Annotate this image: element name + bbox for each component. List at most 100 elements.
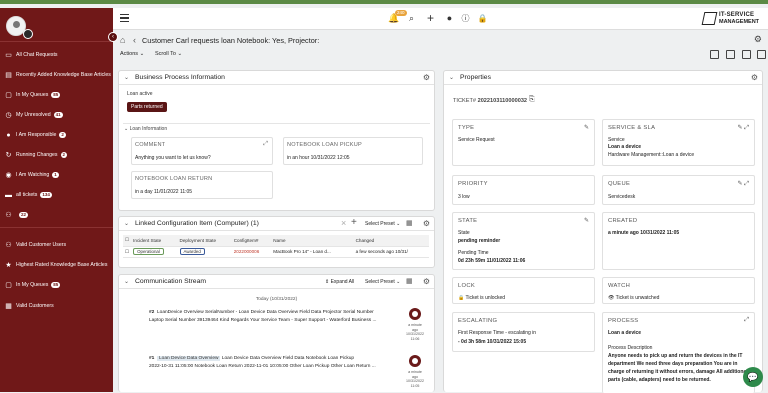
- sidebar-item[interactable]: ▬ all tickets 134: [0, 185, 113, 205]
- sidebar-item[interactable]: ● I Am Responsible 2: [0, 125, 113, 145]
- sidebar-item[interactable]: ◉ I Am Watching 1: [0, 165, 113, 185]
- edit-expand-icon[interactable]: ✎ ⤢: [738, 124, 750, 132]
- sidebar-item[interactable]: ◷ My Unresolved 41: [0, 105, 113, 125]
- process-heading: PROCESS: [608, 318, 639, 324]
- chat-bubble-icon[interactable]: 💬: [743, 367, 763, 387]
- user-icon[interactable]: ●: [444, 13, 455, 24]
- sidebar-item[interactable]: ▦ Valid Customers: [0, 296, 113, 316]
- sidebar-item[interactable]: ▢ In My Queues 85: [0, 275, 113, 295]
- count-badge: 2: [60, 152, 68, 158]
- parts-returned-button[interactable]: Parts returned: [127, 102, 167, 112]
- t4: 11:05: [410, 383, 420, 388]
- menu-icon[interactable]: [120, 14, 129, 22]
- select-all-checkbox[interactable]: ☐: [123, 235, 132, 247]
- info-icon[interactable]: ⓘ: [460, 13, 471, 24]
- chevron-down-icon[interactable]: ⌄: [124, 220, 129, 227]
- created-value: a minute ago 10/31/2022 11:05: [608, 230, 680, 236]
- count-badge: 134: [40, 192, 52, 198]
- layout-3-icon[interactable]: [742, 50, 751, 59]
- card-header: ⌄ Properties ⚙: [444, 71, 762, 85]
- sidebar-item[interactable]: ↻ Running Changes 2: [0, 145, 113, 165]
- edit-expand-icon[interactable]: ✎ ⤢: [738, 180, 750, 188]
- state-card: STATE ✎ State pending reminder Pending T…: [452, 212, 595, 270]
- select-preset-label: Select Preset: [365, 279, 395, 285]
- col-changed[interactable]: Changed: [353, 235, 429, 247]
- process-desc-label: Process Description: [608, 345, 653, 351]
- t3: 10/31/2022: [406, 379, 424, 384]
- lock-value-text: Ticket is unlocked: [465, 295, 506, 301]
- sidebar-item[interactable]: ▤ Recently Added Knowledge Base Articles: [0, 65, 113, 85]
- sidebar-item-label: All Chat Requests: [16, 52, 58, 58]
- gear-icon[interactable]: ⚙: [423, 277, 430, 286]
- search-icon[interactable]: ⌕: [406, 13, 417, 24]
- col-deployment-state[interactable]: Deployment State: [177, 235, 232, 247]
- page-header: ⌂ ‹ Customer Carl requests loan Notebook…: [118, 34, 766, 48]
- gear-icon[interactable]: ⚙: [751, 73, 758, 82]
- t1: a minute: [408, 323, 422, 327]
- chevron-down-icon[interactable]: ⌄: [449, 74, 454, 81]
- sidebar-item-label: Highest Rated Knowledge Base Articles: [16, 262, 108, 268]
- chevron-down-icon[interactable]: ⌄: [124, 74, 129, 81]
- home-icon[interactable]: ⌂: [120, 35, 125, 45]
- count-badge: 85: [51, 92, 61, 98]
- count-badge: 85: [51, 282, 61, 288]
- sidebar-item[interactable]: ★ Highest Rated Knowledge Base Articles: [0, 255, 113, 275]
- edit-icon[interactable]: ✎: [584, 124, 589, 131]
- comment-field: COMMENT ⤢ Anything you want to let us kn…: [131, 137, 273, 165]
- inbox-icon: ▢: [5, 282, 12, 289]
- col-configitem[interactable]: ConfigItem#: [231, 235, 272, 247]
- properties-card: ⌄ Properties ⚙ TICKET# 2022103110000032 …: [443, 70, 763, 393]
- type-heading: TYPE: [458, 125, 475, 131]
- sidebar-item[interactable]: ▭ All Chat Requests: [0, 45, 113, 65]
- settings-gear-icon[interactable]: ⚙: [754, 34, 762, 45]
- sidebar-divider: [0, 227, 113, 228]
- card-title: Properties: [460, 74, 491, 81]
- book-icon: ▤: [5, 72, 12, 79]
- sidebar-item[interactable]: ▢ In My Queues 85: [0, 85, 113, 105]
- table-settings-icon[interactable]: ▦: [406, 219, 413, 227]
- col-incident-state[interactable]: Incident State: [131, 235, 178, 247]
- table-row[interactable]: ☐ Operational Awarded 2022000006 MacBook…: [123, 246, 429, 258]
- sidebar-item[interactable]: ⚇ 22: [0, 205, 113, 225]
- lock-icon[interactable]: 🔒: [477, 13, 488, 24]
- gear-icon[interactable]: ⚙: [423, 73, 430, 82]
- plus-icon[interactable]: +: [425, 12, 436, 24]
- table-settings-icon[interactable]: ▦: [406, 277, 413, 285]
- col-name[interactable]: Name: [271, 235, 354, 247]
- t2: ago: [412, 327, 418, 332]
- app-window: ‹ ▭ All Chat Requests ▤ Recently Added Know…: [0, 0, 768, 393]
- card-header: ⌄ Linked Configuration Item (Computer) (…: [119, 217, 434, 231]
- scroll-to-menu[interactable]: Scroll To ⌄: [155, 51, 182, 57]
- row-checkbox[interactable]: ☐: [123, 246, 132, 258]
- back-icon[interactable]: ‹: [133, 35, 136, 45]
- unlink-icon[interactable]: ×: [341, 218, 346, 228]
- linked-ci-card: ⌄ Linked Configuration Item (Computer) (…: [118, 216, 435, 268]
- process-desc-line4: parts (cable, adapters) need to be retur…: [608, 377, 711, 383]
- layout-1-icon[interactable]: [710, 50, 719, 59]
- layout-4-icon[interactable]: [757, 50, 766, 59]
- add-link-icon[interactable]: +: [351, 217, 357, 228]
- collapse-sidebar-button[interactable]: ‹: [108, 32, 118, 42]
- expand-icon[interactable]: ⤢: [263, 141, 268, 148]
- expand-icon[interactable]: ⤢: [744, 317, 749, 324]
- expand-all-button[interactable]: ⇕ Expand All: [325, 279, 354, 285]
- gear-icon[interactable]: ⚙: [423, 219, 430, 228]
- loan-info-section[interactable]: ⌄ Loan Information: [124, 126, 167, 132]
- copy-icon[interactable]: ⎘: [529, 96, 535, 104]
- watch-value[interactable]: 👁 Ticket is unwatched: [608, 295, 659, 301]
- article-2[interactable]: #2 LoanDevice Overview SerialNumber - Lo…: [149, 309, 391, 325]
- edit-icon[interactable]: ✎: [584, 217, 589, 224]
- chevron-down-icon[interactable]: ⌄: [124, 278, 129, 285]
- return-heading: NOTEBOOK LOAN RETURN: [135, 176, 213, 182]
- article-1[interactable]: #1 Loan Device Data Overview Loan Device…: [149, 355, 391, 371]
- actions-menu[interactable]: Actions ⌄: [120, 51, 144, 57]
- select-preset-dropdown[interactable]: Select Preset ⌄: [365, 221, 400, 227]
- configitem-link[interactable]: 2022000006: [231, 246, 272, 258]
- lock-value[interactable]: 🔒 Ticket is unlocked: [458, 295, 505, 301]
- process-value: Loan a device: [608, 330, 642, 336]
- sidebar-item[interactable]: ⚇ Valid Customer Users: [0, 235, 113, 255]
- user-avatar[interactable]: [6, 16, 33, 39]
- communication-stream-card: ⌄ Communication Stream ⇕ Expand All Sele…: [118, 274, 435, 392]
- select-preset-dropdown[interactable]: Select Preset ⌄: [365, 279, 400, 285]
- layout-2-icon[interactable]: [726, 50, 735, 59]
